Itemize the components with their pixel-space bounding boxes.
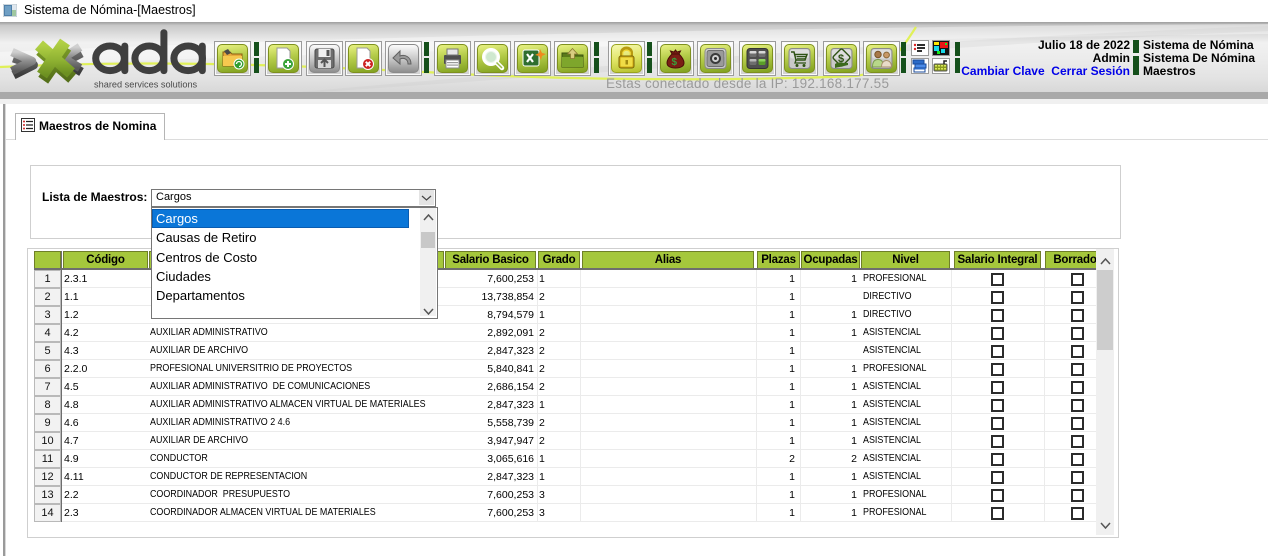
svg-text:shared services solutions: shared services solutions <box>94 80 198 90</box>
svg-text:$: $ <box>672 57 678 68</box>
